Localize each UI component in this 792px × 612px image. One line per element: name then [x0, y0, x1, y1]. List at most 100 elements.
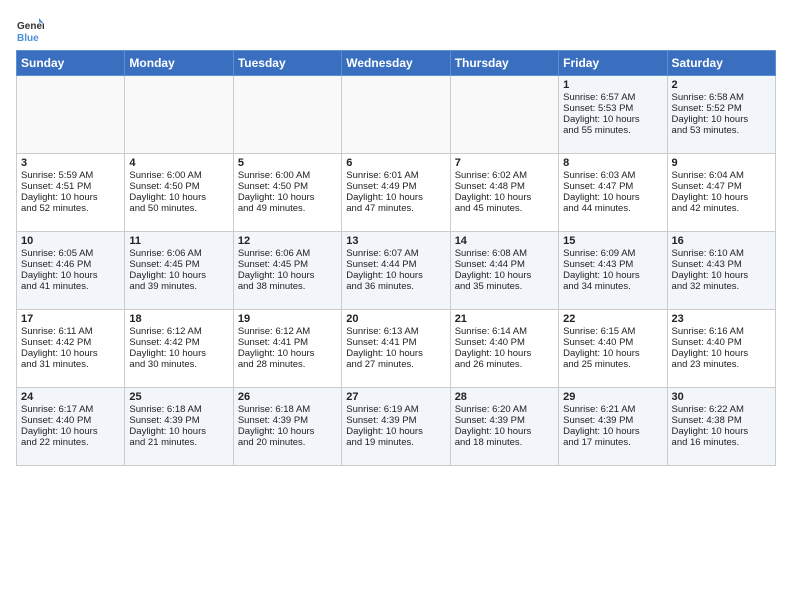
calendar-cell: 16Sunrise: 6:10 AMSunset: 4:43 PMDayligh… — [667, 232, 775, 310]
day-number: 29 — [563, 391, 662, 403]
calendar-cell: 3Sunrise: 5:59 AMSunset: 4:51 PMDaylight… — [17, 154, 125, 232]
calendar-cell — [342, 76, 450, 154]
day-number: 4 — [129, 157, 228, 169]
day-info-line: Sunrise: 5:59 AM — [21, 170, 120, 181]
day-info-line: Daylight: 10 hours — [672, 426, 771, 437]
calendar-cell: 9Sunrise: 6:04 AMSunset: 4:47 PMDaylight… — [667, 154, 775, 232]
day-number: 13 — [346, 235, 445, 247]
calendar-cell: 26Sunrise: 6:18 AMSunset: 4:39 PMDayligh… — [233, 388, 341, 466]
day-info-line: Sunset: 4:45 PM — [129, 259, 228, 270]
day-number: 18 — [129, 313, 228, 325]
day-number: 22 — [563, 313, 662, 325]
day-info-line: Daylight: 10 hours — [129, 192, 228, 203]
day-info-line: Daylight: 10 hours — [346, 192, 445, 203]
day-info-line: Daylight: 10 hours — [455, 192, 554, 203]
day-info-line: Sunset: 4:41 PM — [346, 337, 445, 348]
day-info-line: Sunrise: 6:04 AM — [672, 170, 771, 181]
day-number: 12 — [238, 235, 337, 247]
day-info-line: Sunset: 4:42 PM — [129, 337, 228, 348]
week-row-1: 3Sunrise: 5:59 AMSunset: 4:51 PMDaylight… — [17, 154, 776, 232]
day-info-line: Sunset: 4:50 PM — [129, 181, 228, 192]
day-info-line: Sunset: 4:43 PM — [672, 259, 771, 270]
day-info-line: Daylight: 10 hours — [21, 426, 120, 437]
day-info-line: Sunrise: 6:12 AM — [238, 326, 337, 337]
day-info-line: Daylight: 10 hours — [129, 426, 228, 437]
day-info-line: and 50 minutes. — [129, 203, 228, 214]
col-header-tuesday: Tuesday — [233, 51, 341, 76]
calendar-cell — [233, 76, 341, 154]
calendar-cell: 11Sunrise: 6:06 AMSunset: 4:45 PMDayligh… — [125, 232, 233, 310]
calendar-cell: 5Sunrise: 6:00 AMSunset: 4:50 PMDaylight… — [233, 154, 341, 232]
day-info-line: Daylight: 10 hours — [129, 348, 228, 359]
day-info-line: Daylight: 10 hours — [455, 270, 554, 281]
day-info-line: and 35 minutes. — [455, 281, 554, 292]
calendar-cell: 25Sunrise: 6:18 AMSunset: 4:39 PMDayligh… — [125, 388, 233, 466]
calendar-cell: 10Sunrise: 6:05 AMSunset: 4:46 PMDayligh… — [17, 232, 125, 310]
day-info-line: and 18 minutes. — [455, 437, 554, 448]
day-number: 19 — [238, 313, 337, 325]
calendar-cell: 20Sunrise: 6:13 AMSunset: 4:41 PMDayligh… — [342, 310, 450, 388]
day-info-line: Sunset: 5:52 PM — [672, 103, 771, 114]
day-info-line: Sunset: 4:40 PM — [21, 415, 120, 426]
day-info-line: Daylight: 10 hours — [238, 426, 337, 437]
calendar-cell — [125, 76, 233, 154]
calendar-cell: 24Sunrise: 6:17 AMSunset: 4:40 PMDayligh… — [17, 388, 125, 466]
day-number: 20 — [346, 313, 445, 325]
day-info-line: Daylight: 10 hours — [21, 348, 120, 359]
calendar-cell: 21Sunrise: 6:14 AMSunset: 4:40 PMDayligh… — [450, 310, 558, 388]
col-header-monday: Monday — [125, 51, 233, 76]
day-info-line: Sunset: 4:45 PM — [238, 259, 337, 270]
calendar-cell: 12Sunrise: 6:06 AMSunset: 4:45 PMDayligh… — [233, 232, 341, 310]
day-info-line: Sunrise: 6:20 AM — [455, 404, 554, 415]
day-info-line: and 41 minutes. — [21, 281, 120, 292]
day-info-line: and 52 minutes. — [21, 203, 120, 214]
day-info-line: and 31 minutes. — [21, 359, 120, 370]
calendar-cell: 27Sunrise: 6:19 AMSunset: 4:39 PMDayligh… — [342, 388, 450, 466]
day-info-line: Sunset: 4:39 PM — [129, 415, 228, 426]
day-info-line: Daylight: 10 hours — [563, 270, 662, 281]
col-header-friday: Friday — [559, 51, 667, 76]
day-info-line: and 32 minutes. — [672, 281, 771, 292]
day-info-line: Sunset: 4:44 PM — [455, 259, 554, 270]
main-container: General Blue SundayMondayTuesdayWednesda… — [0, 0, 792, 474]
day-info-line: Sunset: 4:42 PM — [21, 337, 120, 348]
day-info-line: Sunrise: 6:18 AM — [129, 404, 228, 415]
calendar-cell — [450, 76, 558, 154]
day-info-line: Daylight: 10 hours — [455, 426, 554, 437]
day-info-line: Daylight: 10 hours — [672, 114, 771, 125]
svg-text:General: General — [17, 21, 44, 32]
day-info-line: Sunrise: 6:03 AM — [563, 170, 662, 181]
day-info-line: Daylight: 10 hours — [563, 348, 662, 359]
day-info-line: Sunset: 4:43 PM — [563, 259, 662, 270]
day-info-line: Sunrise: 6:58 AM — [672, 92, 771, 103]
day-info-line: and 44 minutes. — [563, 203, 662, 214]
calendar-table: SundayMondayTuesdayWednesdayThursdayFrid… — [16, 50, 776, 466]
day-info-line: Daylight: 10 hours — [238, 192, 337, 203]
calendar-cell: 17Sunrise: 6:11 AMSunset: 4:42 PMDayligh… — [17, 310, 125, 388]
day-info-line: and 17 minutes. — [563, 437, 662, 448]
calendar-cell: 7Sunrise: 6:02 AMSunset: 4:48 PMDaylight… — [450, 154, 558, 232]
day-info-line: Sunrise: 6:14 AM — [455, 326, 554, 337]
day-info-line: Sunrise: 6:01 AM — [346, 170, 445, 181]
day-info-line: Daylight: 10 hours — [21, 270, 120, 281]
calendar-cell: 19Sunrise: 6:12 AMSunset: 4:41 PMDayligh… — [233, 310, 341, 388]
day-info-line: and 20 minutes. — [238, 437, 337, 448]
day-info-line: Sunrise: 6:10 AM — [672, 248, 771, 259]
day-info-line: and 47 minutes. — [346, 203, 445, 214]
day-info-line: Sunrise: 6:15 AM — [563, 326, 662, 337]
day-number: 6 — [346, 157, 445, 169]
day-number: 25 — [129, 391, 228, 403]
day-number: 5 — [238, 157, 337, 169]
logo-svg: General Blue — [16, 16, 44, 44]
day-info-line: Sunset: 4:51 PM — [21, 181, 120, 192]
day-info-line: Sunset: 4:40 PM — [455, 337, 554, 348]
day-info-line: Sunrise: 6:08 AM — [455, 248, 554, 259]
day-number: 26 — [238, 391, 337, 403]
col-header-saturday: Saturday — [667, 51, 775, 76]
day-info-line: Daylight: 10 hours — [672, 348, 771, 359]
day-info-line: and 53 minutes. — [672, 125, 771, 136]
day-info-line: and 45 minutes. — [455, 203, 554, 214]
svg-text:Blue: Blue — [17, 33, 39, 44]
calendar-cell: 30Sunrise: 6:22 AMSunset: 4:38 PMDayligh… — [667, 388, 775, 466]
day-info-line: Daylight: 10 hours — [21, 192, 120, 203]
